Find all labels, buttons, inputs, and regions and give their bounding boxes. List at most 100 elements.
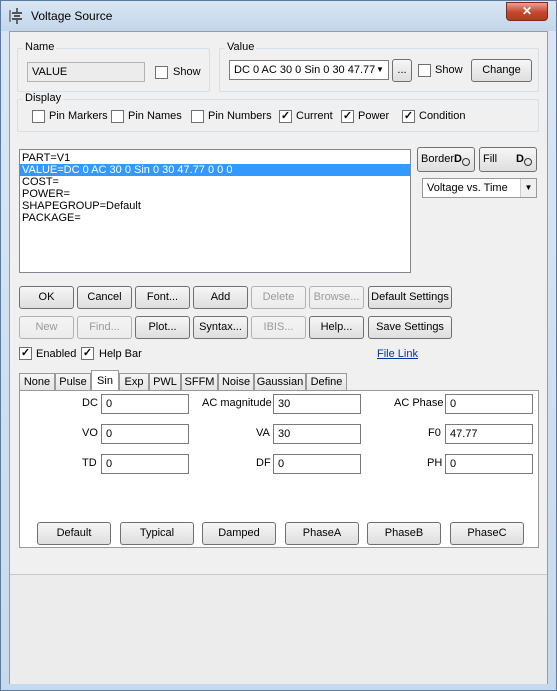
- enabled-label: Enabled: [36, 348, 77, 360]
- help-bar-checkbox[interactable]: ✓: [81, 347, 94, 360]
- value-group: Value DC 0 AC 30 0 Sin 0 30 47.77 ▼ ... …: [219, 41, 539, 92]
- tab-strip: None Pulse Exp PWL SFFM Noise Gaussian D…: [19, 370, 539, 391]
- ph-field[interactable]: 0: [445, 454, 533, 474]
- vo-label: VO: [82, 427, 98, 439]
- close-button[interactable]: ✕: [506, 2, 548, 21]
- ibis-button[interactable]: IBIS...: [251, 316, 306, 339]
- dc-label: DC: [82, 397, 98, 409]
- fill-button-label: Fill: [483, 153, 498, 165]
- help-bar-area: [10, 574, 547, 684]
- dialog-client-area: Name VALUE Show Value DC 0 AC 30 0 Sin 0…: [9, 31, 548, 684]
- list-item[interactable]: PART=V1: [20, 152, 410, 164]
- pin-markers-label: Pin Markers: [49, 110, 108, 122]
- file-link[interactable]: File Link: [377, 348, 418, 360]
- tab-none[interactable]: None: [19, 373, 55, 391]
- list-item[interactable]: PACKAGE=: [20, 212, 410, 224]
- chevron-down-icon[interactable]: ▼: [520, 179, 536, 197]
- list-item[interactable]: COST=: [20, 176, 410, 188]
- tab-define[interactable]: Define: [306, 373, 347, 391]
- td-label: TD: [82, 457, 97, 469]
- default-settings-button[interactable]: Default Settings: [368, 286, 452, 309]
- help-bar-label: Help Bar: [99, 348, 142, 360]
- font-button[interactable]: Font...: [135, 286, 190, 309]
- tab-noise[interactable]: Noise: [218, 373, 254, 391]
- condition-checkbox[interactable]: ✓: [402, 110, 415, 123]
- tab-sin[interactable]: Sin: [91, 370, 119, 391]
- ac-magnitude-field[interactable]: 30: [273, 394, 361, 414]
- enabled-checkbox[interactable]: ✓: [19, 347, 32, 360]
- dc-field[interactable]: 0: [101, 394, 189, 414]
- window-title: Voltage Source: [31, 9, 113, 23]
- ph-label: PH: [427, 457, 443, 469]
- value-group-legend: Value: [225, 41, 257, 53]
- td-field[interactable]: 0: [101, 454, 189, 474]
- fill-button[interactable]: Fill D: [479, 147, 537, 172]
- df-field[interactable]: 0: [273, 454, 361, 474]
- dialog-window: Voltage Source ✕ Name VALUE Show Value D…: [0, 0, 557, 691]
- df-label: DF: [256, 457, 271, 469]
- syntax-button[interactable]: Syntax...: [193, 316, 248, 339]
- close-icon: ✕: [521, 4, 533, 18]
- value-combo[interactable]: DC 0 AC 30 0 Sin 0 30 47.77 ▼: [229, 60, 389, 80]
- tab-exp[interactable]: Exp: [119, 373, 149, 391]
- sin-tab-panel: DC 0 AC magnitude 30 AC Phase 0 VO 0 VA …: [19, 390, 539, 548]
- typical-preset-button[interactable]: Typical: [120, 522, 194, 545]
- power-label: Power: [358, 110, 390, 122]
- svg-text:D: D: [516, 153, 524, 165]
- new-button[interactable]: New: [19, 316, 74, 339]
- current-label: Current: [296, 110, 333, 122]
- plot-button[interactable]: Plot...: [135, 316, 190, 339]
- ac-phase-field[interactable]: 0: [445, 394, 533, 414]
- tab-sffm[interactable]: SFFM: [181, 373, 218, 391]
- value-combo-text: DC 0 AC 30 0 Sin 0 30 47.77: [234, 64, 376, 76]
- pin-numbers-label: Pin Numbers: [208, 110, 272, 122]
- pin-markers-checkbox[interactable]: [32, 110, 45, 123]
- attribute-list[interactable]: PART=V1 VALUE=DC 0 AC 30 0 Sin 0 30 47.7…: [19, 149, 411, 273]
- va-label: VA: [256, 427, 270, 439]
- current-checkbox[interactable]: ✓: [279, 110, 292, 123]
- tab-pulse[interactable]: Pulse: [55, 373, 91, 391]
- help-button[interactable]: Help...: [309, 316, 364, 339]
- ok-button[interactable]: OK: [19, 286, 74, 309]
- value-ellipsis-button[interactable]: ...: [392, 59, 412, 82]
- add-button[interactable]: Add: [193, 286, 248, 309]
- va-field[interactable]: 30: [273, 424, 361, 444]
- browse-button[interactable]: Browse...: [309, 286, 364, 309]
- phasea-preset-button[interactable]: PhaseA: [285, 522, 359, 545]
- condition-label: Condition: [419, 110, 466, 122]
- pin-names-checkbox[interactable]: [111, 110, 124, 123]
- name-field[interactable]: VALUE: [27, 62, 145, 82]
- list-item[interactable]: POWER=: [20, 188, 410, 200]
- list-item[interactable]: SHAPEGROUP=Default: [20, 200, 410, 212]
- border-button[interactable]: Border D: [417, 147, 475, 172]
- phasec-preset-button[interactable]: PhaseC: [450, 522, 524, 545]
- tab-gaussian[interactable]: Gaussian: [254, 373, 306, 391]
- phaseb-preset-button[interactable]: PhaseB: [367, 522, 441, 545]
- f0-field[interactable]: 47.77: [445, 424, 533, 444]
- find-button[interactable]: Find...: [77, 316, 132, 339]
- display-group: Display Pin Markers Pin Names Pin Number…: [17, 92, 539, 132]
- brush-icon: D: [454, 153, 470, 166]
- pin-names-label: Pin Names: [128, 110, 182, 122]
- cancel-button[interactable]: Cancel: [77, 286, 132, 309]
- tab-pwl[interactable]: PWL: [149, 373, 181, 391]
- delete-button[interactable]: Delete: [251, 286, 306, 309]
- border-button-label: Border: [421, 153, 455, 165]
- save-settings-button[interactable]: Save Settings: [368, 316, 452, 339]
- value-show-checkbox[interactable]: [418, 64, 431, 77]
- pin-numbers-checkbox[interactable]: [191, 110, 204, 123]
- default-preset-button[interactable]: Default: [37, 522, 111, 545]
- change-button[interactable]: Change: [471, 59, 532, 82]
- damped-preset-button[interactable]: Damped: [202, 522, 276, 545]
- name-group-legend: Name: [23, 41, 57, 53]
- f0-label: F0: [428, 427, 441, 439]
- paint-icon: D: [516, 153, 532, 166]
- power-checkbox[interactable]: ✓: [341, 110, 354, 123]
- name-show-checkbox[interactable]: [155, 66, 168, 79]
- plot-type-value: Voltage vs. Time: [427, 182, 508, 194]
- vo-field[interactable]: 0: [101, 424, 189, 444]
- chevron-down-icon[interactable]: ▼: [372, 61, 388, 79]
- title-bar[interactable]: Voltage Source ✕: [1, 1, 556, 31]
- list-item-selected[interactable]: VALUE=DC 0 AC 30 0 Sin 0 30 47.77 0 0 0: [20, 164, 410, 176]
- plot-type-select[interactable]: Voltage vs. Time ▼: [422, 178, 537, 198]
